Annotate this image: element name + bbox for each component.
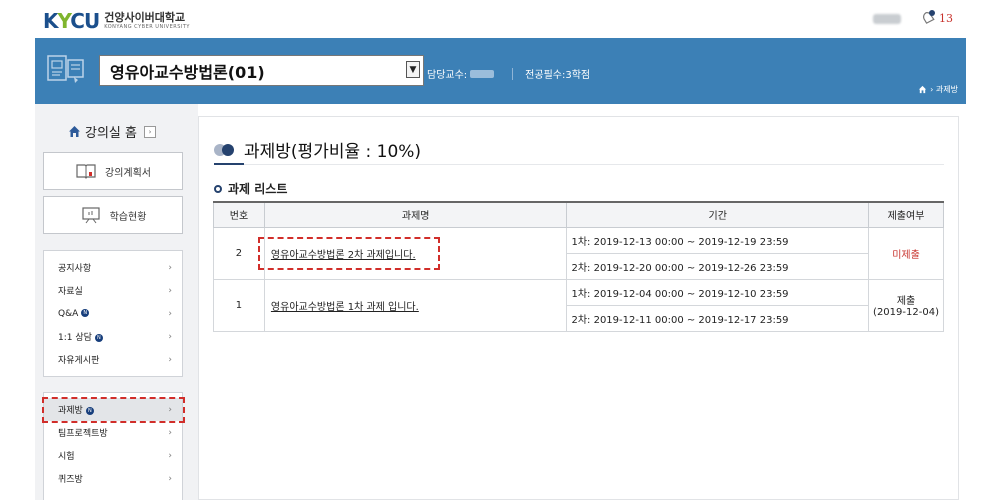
chevron-right-icon: › bbox=[168, 473, 172, 484]
assignment-link[interactable]: 영유아교수방법론 1차 과제 입니다. bbox=[271, 302, 419, 313]
home-icon bbox=[69, 126, 80, 137]
sidebar-item-label: 공지사항 bbox=[58, 264, 92, 274]
submission-status: 미제출 bbox=[868, 226, 944, 280]
column-header-status: 제출여부 bbox=[868, 201, 944, 228]
course-select[interactable]: 영유아교수방법론(01) ▼ bbox=[99, 55, 424, 86]
sidebar-item-qna[interactable]: Q&A N › bbox=[44, 302, 182, 325]
column-header-title: 과제명 bbox=[263, 201, 568, 228]
ring-bullet-icon bbox=[214, 184, 222, 193]
chevron-right-icon: › bbox=[168, 262, 172, 273]
sidebar-item-label: 자료실 bbox=[58, 287, 83, 297]
learning-status-button[interactable]: 학습현황 bbox=[43, 196, 183, 234]
period-round-1: 1차: 2019-12-13 00:00 ~ 2019-12-19 23:59 bbox=[566, 226, 870, 254]
logo-korean-name: 건양사이버대학교 bbox=[104, 11, 186, 24]
main-content: 과제방(평가비율 : 10%) 과제 리스트 번호 과제명 기간 제출여부 2 … bbox=[198, 116, 959, 500]
board-menu: 공지사항 › 자료실 › Q&A N › 1:1 상담 N › 자유게시판 › bbox=[43, 250, 183, 377]
chevron-down-icon[interactable]: ▼ bbox=[406, 61, 420, 78]
assignment-number: 1 bbox=[213, 278, 265, 332]
course-band: 영유아교수방법론(01) ▼ 담당교수: 전공필수:3학점 › 과제방 bbox=[35, 38, 966, 104]
sidebar-item-archive[interactable]: 자료실 › bbox=[44, 279, 182, 302]
logo-english-name: KONYANG CYBER UNIVERSITY bbox=[104, 24, 190, 30]
submission-status-cell: 제출 (2019-12-04) bbox=[868, 278, 944, 332]
sidebar-item-label: 시험 bbox=[58, 452, 75, 462]
sidebar-item-label: Q&A bbox=[58, 308, 79, 319]
assignment-title-cell: 영유아교수방법론 1차 과제 입니다. bbox=[263, 278, 568, 332]
expand-icon[interactable]: › bbox=[143, 125, 156, 138]
book-icon bbox=[76, 164, 96, 179]
submission-date: (2019-12-04) bbox=[873, 307, 939, 318]
course-select-value: 영유아교수방법론(01) bbox=[110, 62, 265, 82]
period-round-2: 2차: 2019-12-20 00:00 ~ 2019-12-26 23:59 bbox=[566, 252, 870, 280]
new-badge: N bbox=[94, 333, 103, 342]
sidebar-item-counsel[interactable]: 1:1 상담 N › bbox=[44, 325, 182, 348]
table-row: 1 영유아교수방법론 1차 과제 입니다. 1차: 2019-12-04 00:… bbox=[213, 278, 944, 332]
university-logo[interactable]: KYCU 건양사이버대학교 KONYANG CYBER UNIVERSITY bbox=[43, 9, 190, 33]
syllabus-button[interactable]: 강의계획서 bbox=[43, 152, 183, 190]
section-heading-row: 과제 리스트 bbox=[214, 180, 287, 197]
sidebar-item-quiz[interactable]: 퀴즈방 › bbox=[44, 467, 182, 490]
page-title-row: 과제방(평가비율 : 10%) bbox=[214, 137, 421, 162]
chevron-right-icon: › bbox=[168, 331, 172, 342]
bell-icon bbox=[922, 10, 935, 24]
learning-status-label: 학습현황 bbox=[109, 211, 147, 223]
course-category: 전공필수:3학점 bbox=[525, 70, 591, 81]
title-divider bbox=[214, 164, 944, 165]
classroom-icon bbox=[47, 55, 84, 83]
syllabus-label: 강의계획서 bbox=[105, 167, 151, 179]
top-bar: KYCU 건양사이버대학교 KONYANG CYBER UNIVERSITY 1… bbox=[0, 0, 1000, 38]
breadcrumb: › 과제방 bbox=[918, 84, 958, 95]
classroom-home-label: 강의실 홈 bbox=[85, 126, 137, 141]
user-name-blurred bbox=[873, 14, 901, 24]
sidebar-item-label: 자유게시판 bbox=[58, 356, 100, 366]
logo-mark: KYCU bbox=[43, 9, 100, 33]
title-divider-accent bbox=[214, 163, 244, 165]
logo-text: 건양사이버대학교 KONYANG CYBER UNIVERSITY bbox=[104, 12, 190, 30]
highlight-box bbox=[42, 397, 185, 423]
sidebar-item-free-board[interactable]: 자유게시판 › bbox=[44, 348, 182, 371]
chevron-right-icon: › bbox=[168, 354, 172, 365]
classroom-home-link[interactable]: 강의실 홈 › bbox=[68, 122, 156, 141]
sidebar-item-label: 1:1 상담 bbox=[58, 333, 92, 343]
table-header-row: 번호 과제명 기간 제출여부 bbox=[213, 201, 944, 228]
notification-count: 13 bbox=[939, 11, 953, 25]
new-badge: N bbox=[81, 309, 90, 317]
notification-button[interactable]: 13 bbox=[920, 9, 953, 27]
board-icon bbox=[81, 207, 100, 224]
title-dots-icon bbox=[214, 143, 236, 156]
home-icon[interactable] bbox=[918, 85, 927, 94]
period-round-1: 1차: 2019-12-04 00:00 ~ 2019-12-10 23:59 bbox=[566, 278, 870, 306]
divider bbox=[512, 67, 514, 80]
sidebar-item-exam[interactable]: 시험 › bbox=[44, 444, 182, 467]
sidebar-item-notice[interactable]: 공지사항 › bbox=[44, 256, 182, 279]
column-header-number: 번호 bbox=[213, 201, 265, 228]
professor-name-blurred bbox=[470, 69, 495, 78]
chevron-right-icon: › bbox=[168, 450, 172, 461]
submission-status: 제출 bbox=[896, 296, 916, 307]
chevron-right-icon: › bbox=[168, 285, 172, 296]
page: KYCU 건양사이버대학교 KONYANG CYBER UNIVERSITY 1… bbox=[0, 0, 1000, 500]
section-heading: 과제 리스트 bbox=[228, 182, 288, 196]
professor-label: 담당교수: bbox=[427, 70, 468, 81]
chevron-right-icon: › bbox=[168, 308, 172, 319]
page-title: 과제방(평가비율 : 10%) bbox=[244, 142, 422, 162]
sidebar-item-team-project[interactable]: 팀프로젝트방 › bbox=[44, 421, 182, 444]
sidebar-item-label: 팀프로젝트방 bbox=[58, 429, 108, 439]
sidebar: 강의실 홈 › 강의계획서 학습현황 공지사항 › 자료실 › Q&A N › … bbox=[35, 104, 198, 500]
chevron-right-icon: › bbox=[168, 427, 172, 438]
highlight-box bbox=[258, 237, 440, 270]
column-header-period: 기간 bbox=[566, 201, 870, 228]
breadcrumb-current: 과제방 bbox=[935, 85, 958, 94]
course-info: 담당교수: 전공필수:3학점 bbox=[427, 66, 590, 81]
assignment-number: 2 bbox=[213, 226, 265, 280]
sidebar-item-label: 퀴즈방 bbox=[58, 475, 83, 485]
period-round-2: 2차: 2019-12-11 00:00 ~ 2019-12-17 23:59 bbox=[566, 304, 870, 332]
